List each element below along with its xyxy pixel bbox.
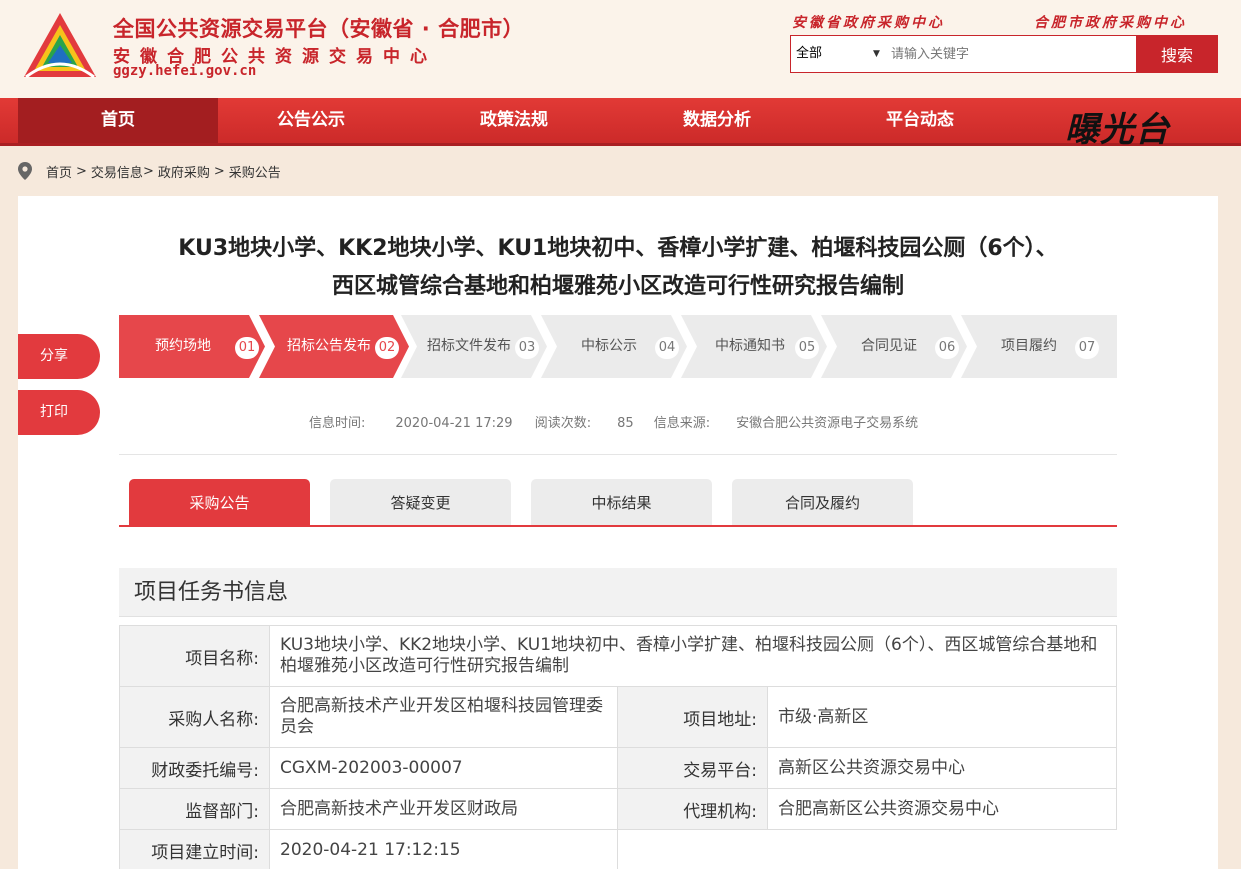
nav-item-home[interactable]: 首页 <box>18 98 218 143</box>
link-anhui-procurement-center[interactable]: 安徽省政府采购中心 <box>792 12 945 32</box>
step-number: 05 <box>795 337 819 359</box>
tab-procurement-notice[interactable]: 采购公告 <box>129 479 310 525</box>
empty-cell <box>617 829 1117 869</box>
breadcrumb-separator: > <box>213 163 225 179</box>
page-title-line1: KU3地块小学、KK2地块小学、KU1地块初中、香樟小学扩建、柏堰科技园公厕（6… <box>178 236 1058 261</box>
created-value: 2020-04-21 17:12:15 <box>269 829 618 869</box>
table-row: 采购人名称: 合肥高新技术产业开发区柏堰科技园管理委员会 项目地址: 市级·高新… <box>119 686 1117 748</box>
agent-label: 代理机构: <box>617 788 768 830</box>
divider <box>119 454 1117 455</box>
code-value: CGXM-202003-00007 <box>269 747 618 789</box>
table-row: 监督部门: 合肥高新技术产业开发区财政局 代理机构: 合肥高新区公共资源交易中心 <box>119 788 1117 830</box>
project-name-label: 项目名称: <box>119 625 270 687</box>
step-reserve-venue[interactable]: 预约场地 01 <box>119 315 265 378</box>
breadcrumb: 首页 > 交易信息 > 政府采购 > 采购公告 <box>18 160 285 182</box>
step-label: 招标公告发布 <box>287 338 371 354</box>
location-pin-icon <box>18 162 32 180</box>
step-number: 02 <box>375 337 399 359</box>
step-label: 中标公示 <box>581 338 637 354</box>
step-contract-witness[interactable]: 合同见证 06 <box>821 315 967 378</box>
tab-award-results[interactable]: 中标结果 <box>531 479 712 525</box>
breadcrumb-current[interactable]: 采购公告 <box>229 162 281 181</box>
table-row: 财政委托编号: CGXM-202003-00007 交易平台: 高新区公共资源交… <box>119 747 1117 789</box>
supervisor-value: 合肥高新技术产业开发区财政局 <box>269 788 618 830</box>
step-number: 07 <box>1075 337 1099 359</box>
nav-item-announcements[interactable]: 公告公示 <box>211 98 411 143</box>
supervisor-label: 监督部门: <box>119 788 270 830</box>
table-row: 项目建立时间: 2020-04-21 17:12:15 <box>119 829 1117 869</box>
tab-bar: 采购公告 答疑变更 中标结果 合同及履约 <box>119 479 1117 527</box>
step-award-notice[interactable]: 中标通知书 05 <box>681 315 827 378</box>
project-name-value: KU3地块小学、KK2地块小学、KU1地块初中、香樟小学扩建、柏堰科技园公厕（6… <box>269 625 1117 687</box>
agent-value: 合肥高新区公共资源交易中心 <box>767 788 1117 830</box>
buyer-value: 合肥高新技术产业开发区柏堰科技园管理委员会 <box>269 686 618 748</box>
created-label: 项目建立时间: <box>119 829 270 869</box>
step-number: 06 <box>935 337 959 359</box>
step-number: 01 <box>235 337 259 359</box>
breadcrumb-gov[interactable]: 政府采购 <box>158 162 210 181</box>
breadcrumb-trade[interactable]: 交易信息 <box>91 162 143 181</box>
meta-source-label: 信息来源: <box>653 416 711 431</box>
print-button[interactable]: 打印 <box>18 390 100 435</box>
meta-reads-label: 阅读次数: <box>534 416 592 431</box>
site-logo-icon[interactable] <box>22 11 98 81</box>
meta-time-label: 信息时间: <box>309 416 366 431</box>
step-label: 项目履约 <box>1001 338 1057 354</box>
meta-reads-value: 85 <box>617 416 634 431</box>
search-box: 全部 ▼ 搜索 <box>790 35 1218 73</box>
code-label: 财政委托编号: <box>119 747 270 789</box>
project-info-table: 项目名称: KU3地块小学、KK2地块小学、KU1地块初中、香樟小学扩建、柏堰科… <box>119 625 1117 869</box>
step-tender-notice[interactable]: 招标公告发布 02 <box>259 315 409 378</box>
step-project-performance[interactable]: 项目履约 07 <box>961 315 1117 378</box>
breadcrumb-separator: > <box>76 163 87 179</box>
tab-qa-changes[interactable]: 答疑变更 <box>330 479 511 525</box>
step-tender-docs[interactable]: 招标文件发布 03 <box>401 315 547 378</box>
step-label: 招标文件发布 <box>427 338 511 354</box>
search-input[interactable] <box>891 42 1131 66</box>
info-meta: 信息时间: 2020-04-21 17:29 阅读次数: 85 信息来源: 安徽合肥公… <box>309 412 932 431</box>
section-title: 项目任务书信息 <box>119 568 1117 617</box>
meta-time-value: 2020-04-21 17:29 <box>395 416 513 431</box>
breadcrumb-separator: > <box>142 163 154 179</box>
site-title: 全国公共资源交易平台（安徽省 · 合肥市） <box>113 17 525 41</box>
nav-item-platform-news[interactable]: 平台动态 <box>820 98 1020 143</box>
address-label: 项目地址: <box>617 686 768 748</box>
platform-label: 交易平台: <box>617 747 768 789</box>
address-value: 市级·高新区 <box>767 686 1117 748</box>
main-nav: 首页 公告公示 政策法规 数据分析 平台动态 曝光台 <box>0 98 1241 150</box>
step-label: 中标通知书 <box>715 338 785 354</box>
tab-contract-performance[interactable]: 合同及履约 <box>732 479 913 525</box>
share-button[interactable]: 分享 <box>18 334 100 379</box>
step-award-publicity[interactable]: 中标公示 04 <box>541 315 687 378</box>
meta-source-value: 安徽合肥公共资源电子交易系统 <box>736 416 919 431</box>
site-header: 全国公共资源交易平台（安徽省 · 合肥市） 安徽合肥公共资源交易中心 ggzy.… <box>0 0 1241 98</box>
step-number: 03 <box>515 337 539 359</box>
breadcrumb-home[interactable]: 首页 <box>46 162 72 181</box>
site-url[interactable]: ggzy.hefei.gov.cn <box>113 63 256 79</box>
process-steps: 预约场地 01 招标公告发布 02 招标文件发布 03 中标公示 04 中标通知… <box>119 315 1117 378</box>
nav-item-policies[interactable]: 政策法规 <box>414 98 614 143</box>
step-label: 合同见证 <box>861 338 917 354</box>
link-hefei-procurement-center[interactable]: 合肥市政府采购中心 <box>1034 12 1187 32</box>
platform-value: 高新区公共资源交易中心 <box>767 747 1117 789</box>
exposure-platform-logo[interactable]: 曝光台 <box>1065 102 1170 151</box>
chevron-down-icon: ▼ <box>873 49 880 59</box>
page-title: KU3地块小学、KK2地块小学、KU1地块初中、香樟小学扩建、柏堰科技园公厕（6… <box>38 230 1198 306</box>
step-label: 预约场地 <box>155 338 211 354</box>
buyer-label: 采购人名称: <box>119 686 270 748</box>
page-title-line2: 西区城管综合基地和柏堰雅苑小区改造可行性研究报告编制 <box>331 274 904 299</box>
search-category-value: 全部 <box>796 46 823 61</box>
search-button[interactable]: 搜索 <box>1136 35 1218 73</box>
nav-item-data-analysis[interactable]: 数据分析 <box>617 98 817 143</box>
table-row: 项目名称: KU3地块小学、KK2地块小学、KU1地块初中、香樟小学扩建、柏堰科… <box>119 625 1117 687</box>
step-number: 04 <box>655 337 679 359</box>
